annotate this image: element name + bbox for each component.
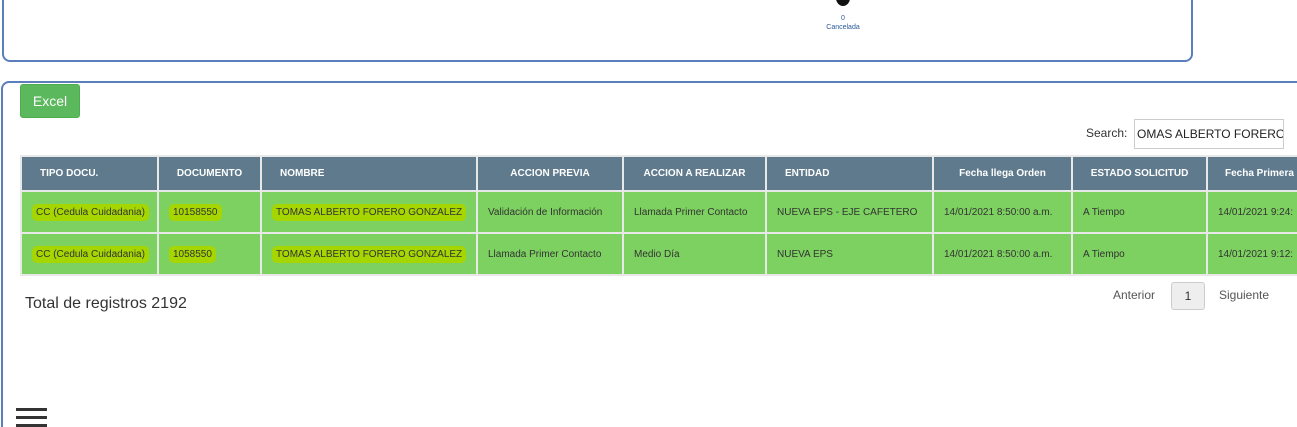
- cell-fecha-llega-orden: 14/01/2021 8:50:00 a.m.: [932, 190, 1073, 234]
- cell-fecha-primera: 14/01/2021 9:12:: [1206, 232, 1297, 276]
- pagination-page-button[interactable]: 1: [1171, 282, 1205, 310]
- pagination-previous-button[interactable]: Anterior: [1113, 288, 1155, 302]
- table-row[interactable]: CC (Cedula Cuidadania) 10158550 TOMAS AL…: [20, 190, 1297, 234]
- column-header-accion-previa[interactable]: ACCION PREVIA: [476, 155, 624, 192]
- status-summary-panel: 0 Cancelada: [2, 0, 1193, 62]
- column-header-estado-solicitud[interactable]: ESTADO SOLICITUD: [1071, 155, 1208, 192]
- excel-export-button[interactable]: Excel: [20, 84, 80, 118]
- search-input[interactable]: OMAS ALBERTO FORERO: [1134, 119, 1284, 149]
- cell-nombre: TOMAS ALBERTO FORERO GONZALEZ: [260, 232, 478, 276]
- hamburger-menu-icon[interactable]: [16, 408, 48, 427]
- cell-tipo-docu: CC (Cedula Cuidadania): [20, 190, 159, 234]
- cell-nombre-text: TOMAS ALBERTO FORERO GONZALEZ: [272, 245, 467, 263]
- cell-documento: 10158550: [157, 190, 262, 234]
- cell-accion-previa: Llamada Primer Contacto: [476, 232, 624, 276]
- cell-documento-text: 10158550: [169, 203, 222, 221]
- column-header-entidad[interactable]: ENTIDAD: [765, 155, 934, 192]
- column-header-fecha-primera[interactable]: Fecha Primera: [1206, 155, 1297, 192]
- results-panel: Excel Search: OMAS ALBERTO FORERO TIPO D…: [1, 81, 1297, 427]
- cell-tipo-docu-text: CC (Cedula Cuidadania): [32, 203, 149, 221]
- table-row[interactable]: CC (Cedula Cuidadania) 1058550 TOMAS ALB…: [20, 232, 1297, 276]
- status-count: 0: [841, 15, 845, 22]
- cell-fecha-llega-orden: 14/01/2021 8:50:00 a.m.: [932, 232, 1073, 276]
- table-header-row: TIPO DOCU. DOCUMENTO NOMBRE ACCION PREVI…: [20, 155, 1297, 192]
- cell-accion-previa: Validación de Información: [476, 190, 624, 234]
- cell-accion-a-realizar: Medio Día: [622, 232, 767, 276]
- pagination-next-button[interactable]: Siguiente: [1219, 288, 1269, 302]
- total-records-label: Total de registros 2192: [25, 295, 187, 312]
- column-header-accion-a-realizar[interactable]: ACCION A REALIZAR: [622, 155, 767, 192]
- column-header-fecha-llega-orden[interactable]: Fecha llega Orden: [932, 155, 1073, 192]
- cell-tipo-docu-text: CC (Cedula Cuidadania): [32, 245, 149, 263]
- cell-documento-text: 1058550: [169, 245, 216, 263]
- cell-fecha-primera: 14/01/2021 9:24:: [1206, 190, 1297, 234]
- cell-nombre: TOMAS ALBERTO FORERO GONZALEZ: [260, 190, 478, 234]
- cell-estado-solicitud: A Tiempo: [1071, 232, 1208, 276]
- status-label: Cancelada: [826, 24, 860, 31]
- cell-estado-solicitud: A Tiempo: [1071, 190, 1208, 234]
- cell-entidad: NUEVA EPS - EJE CAFETERO: [765, 190, 934, 234]
- status-marker-icon: [836, 0, 850, 6]
- results-table: TIPO DOCU. DOCUMENTO NOMBRE ACCION PREVI…: [20, 155, 1297, 276]
- column-header-documento[interactable]: DOCUMENTO: [157, 155, 262, 192]
- search-label: Search:: [1086, 126, 1128, 140]
- cell-nombre-text: TOMAS ALBERTO FORERO GONZALEZ: [272, 203, 467, 221]
- column-header-tipo-docu[interactable]: TIPO DOCU.: [20, 155, 159, 192]
- column-header-nombre[interactable]: NOMBRE: [260, 155, 478, 192]
- cell-tipo-docu: CC (Cedula Cuidadania): [20, 232, 159, 276]
- cell-entidad: NUEVA EPS: [765, 232, 934, 276]
- cell-accion-a-realizar: Llamada Primer Contacto: [622, 190, 767, 234]
- search-input-value: OMAS ALBERTO FORERO: [1137, 127, 1284, 141]
- cell-documento: 1058550: [157, 232, 262, 276]
